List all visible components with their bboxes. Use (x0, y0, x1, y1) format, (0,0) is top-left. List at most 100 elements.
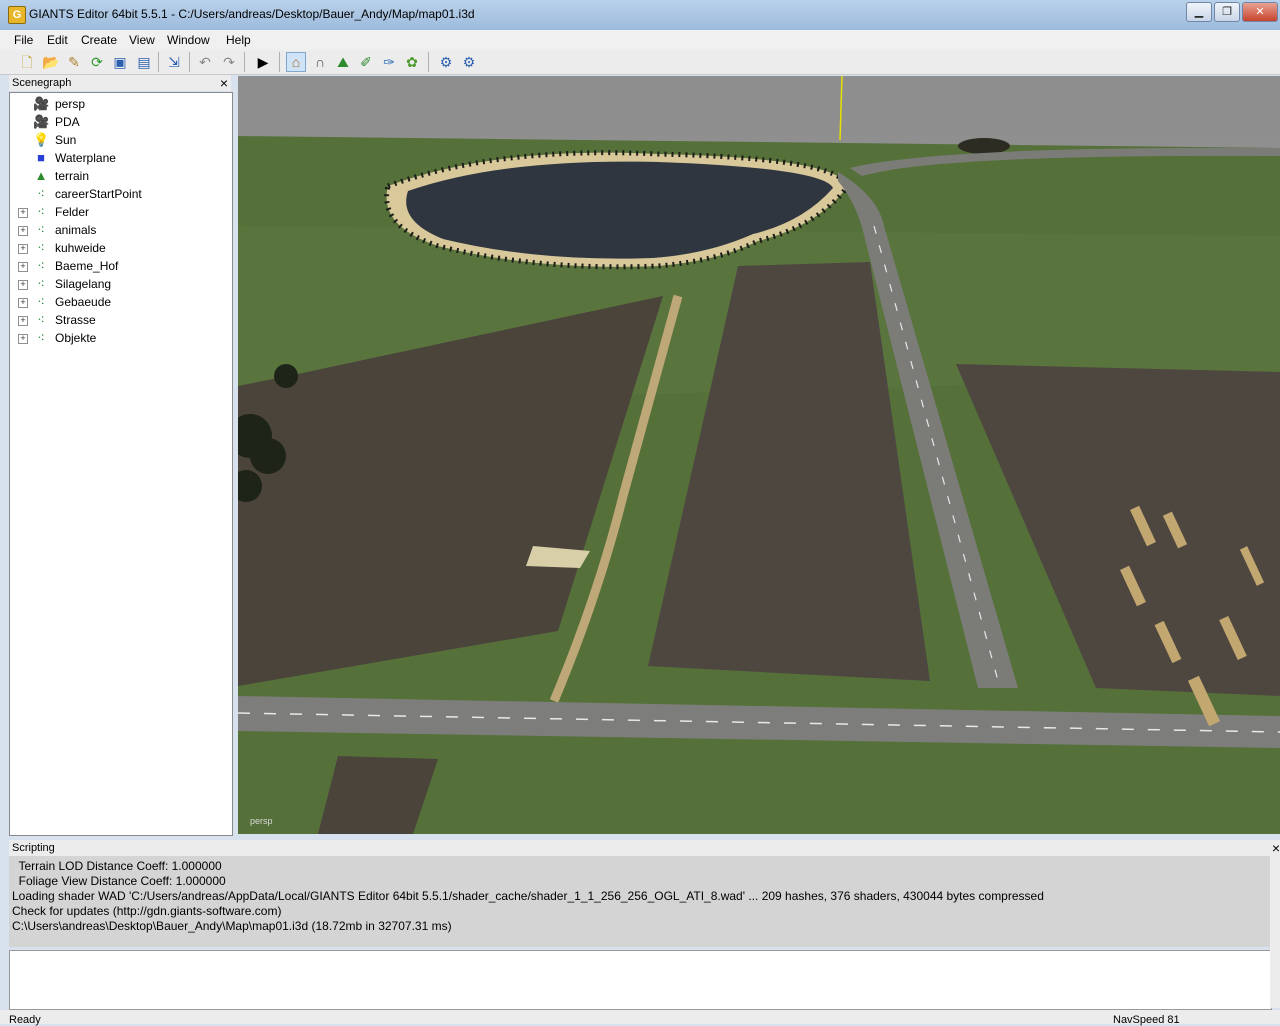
foliage-tool-icon[interactable]: ✿ (402, 52, 422, 72)
console-line: Foliage View Distance Coeff: 1.000000 (12, 874, 226, 888)
expand-icon[interactable]: + (18, 280, 28, 290)
tree-node-objekte[interactable]: + ⁖ Objekte (10, 329, 230, 347)
tree-node-sun[interactable]: 💡 Sun (10, 131, 230, 149)
terrain-sculpt-icon[interactable]: ⛰ (333, 52, 353, 72)
script-input[interactable] (9, 950, 1272, 1010)
camera-icon: 🎥 (33, 114, 50, 129)
console-line: Check for updates (http://gdn.giants-sof… (12, 904, 282, 918)
transform-group-icon: ⁖ (37, 204, 45, 219)
toolbar-separator (189, 52, 190, 72)
toolbar-separator (158, 52, 159, 72)
tree-node-label: careerStartPoint (55, 187, 142, 201)
tree-node-label: Gebaeude (55, 295, 112, 309)
close-window-button[interactable]: ✕ (1242, 2, 1278, 22)
expand-icon[interactable]: + (18, 334, 28, 344)
expand-icon[interactable]: + (18, 208, 28, 218)
scenegraph-close-icon[interactable]: × (220, 75, 228, 91)
camera-icon: 🎥 (33, 96, 50, 111)
transform-group-icon: ⁖ (37, 276, 45, 291)
magnet-icon[interactable]: ∩ (310, 52, 330, 72)
reload-icon[interactable]: ⟳ (87, 52, 107, 72)
light-bulb-icon: 💡 (33, 132, 50, 147)
scenegraph-title: Scenegraph (12, 77, 72, 89)
transform-group-icon: ⁖ (37, 222, 45, 237)
status-text: Ready (9, 1014, 41, 1026)
toolbar-separator (428, 52, 429, 72)
play-icon[interactable]: ▶ (253, 52, 273, 72)
redo-icon[interactable]: ↷ (219, 52, 239, 72)
menu-edit[interactable]: Edit (47, 33, 68, 47)
tree-node-label: Strasse (55, 313, 96, 327)
foliage-paint-icon[interactable]: ✑ (379, 52, 399, 72)
expand-icon[interactable]: + (18, 226, 28, 236)
transform-group-icon: ⁖ (37, 330, 45, 345)
toolbar: 🗋 📂 ✎ ⟳ ▣ ▤ ⇲ ↶ ↷ ▶ ⌂ ∩ ⛰ ✐ ✑ ✿ ⚙ ⚙ (0, 50, 1280, 75)
tree-node-label: terrain (55, 169, 90, 183)
tree-node-label: kuhweide (55, 241, 106, 255)
toolbar-separator (279, 52, 280, 72)
scripting-close-icon[interactable]: × (1272, 840, 1280, 856)
save-icon[interactable]: ▣ (110, 52, 130, 72)
scene-render (238, 76, 1280, 834)
settings-gear-icon[interactable]: ⚙ (436, 52, 456, 72)
transform-group-icon: ⁖ (37, 294, 45, 309)
new-file-icon[interactable]: 🗋 (17, 52, 37, 72)
viewport-camera-label: persp (250, 816, 273, 826)
open-folder-icon[interactable]: 📂 (41, 52, 61, 72)
expand-icon[interactable]: + (18, 244, 28, 254)
sky (238, 76, 1280, 136)
tree-node-baeme-hof[interactable]: + ⁖ Baeme_Hof (10, 257, 230, 275)
scripting-header: Scripting × (9, 840, 1280, 856)
maximize-button[interactable]: ❐ (1214, 2, 1240, 22)
save-as-icon[interactable]: ▤ (134, 52, 154, 72)
console-line: Terrain LOD Distance Coeff: 1.000000 (12, 859, 222, 873)
nav-speed-indicator: NavSpeed 81 (1113, 1014, 1180, 1026)
tree-node-kuhweide[interactable]: + ⁖ kuhweide (10, 239, 230, 257)
transform-group-icon: ⁖ (37, 258, 45, 273)
tree-node-animals[interactable]: + ⁖ animals (10, 221, 230, 239)
scripting-title: Scripting (12, 842, 55, 854)
terrain-icon: ▲ (34, 168, 48, 183)
cube-icon: ■ (37, 150, 45, 165)
tree-node-terrain[interactable]: ▲ terrain (10, 167, 230, 185)
gear-refresh-icon[interactable]: ⚙ (459, 52, 479, 72)
tree-node-strasse[interactable]: + ⁖ Strasse (10, 311, 230, 329)
status-bar: Ready NavSpeed 81 (0, 1010, 1280, 1026)
transform-group-icon: ⁖ (37, 312, 45, 327)
edit-file-icon[interactable]: ✎ (64, 52, 84, 72)
console-scrollbar[interactable] (1270, 856, 1280, 1008)
tree-node-label: Sun (55, 133, 77, 147)
console-line: C:\Users\andreas\Desktop\Bauer_Andy\Map\… (12, 919, 452, 933)
minimize-button[interactable]: ▁ (1186, 2, 1212, 22)
import-icon[interactable]: ⇲ (164, 52, 184, 72)
tree-node-label: Baeme_Hof (55, 259, 119, 273)
transform-group-icon: ⁖ (37, 240, 45, 255)
undo-icon[interactable]: ↶ (195, 52, 215, 72)
tree-node-silagelang[interactable]: + ⁖ Silagelang (10, 275, 230, 293)
tree-node-label: animals (55, 223, 97, 237)
menu-file[interactable]: File (14, 33, 33, 47)
expand-icon[interactable]: + (18, 298, 28, 308)
transform-group-icon: ⁖ (37, 186, 45, 201)
console-line: Loading shader WAD 'C:/Users/andreas/App… (12, 889, 1044, 903)
window-title: GIANTS Editor 64bit 5.5.1 - C:/Users/and… (29, 7, 475, 21)
menu-help[interactable]: Help (226, 33, 251, 47)
tree-node-careerstartpoint[interactable]: ⁖ careerStartPoint (10, 185, 230, 203)
tree-node-label: Silagelang (55, 277, 112, 291)
home-camera-icon[interactable]: ⌂ (286, 52, 306, 72)
menu-view[interactable]: View (129, 33, 155, 47)
tree-node-persp[interactable]: 🎥 persp (10, 95, 230, 113)
tree-node-felder[interactable]: + ⁖ Felder (10, 203, 230, 221)
menu-window[interactable]: Window (167, 33, 210, 47)
app-icon: G (8, 6, 26, 24)
terrain-paint-icon[interactable]: ✐ (356, 52, 376, 72)
tree-node-label: Waterplane (55, 151, 116, 165)
toolbar-separator (244, 52, 245, 72)
tree-node-waterplane[interactable]: ■ Waterplane (10, 149, 230, 167)
tree-node-gebaeude[interactable]: + ⁖ Gebaeude (10, 293, 230, 311)
expand-icon[interactable]: + (18, 262, 28, 272)
expand-icon[interactable]: + (18, 316, 28, 326)
tree-node-pda[interactable]: 🎥 PDA (10, 113, 230, 131)
3d-viewport[interactable]: persp (238, 76, 1280, 834)
menu-create[interactable]: Create (81, 33, 117, 47)
